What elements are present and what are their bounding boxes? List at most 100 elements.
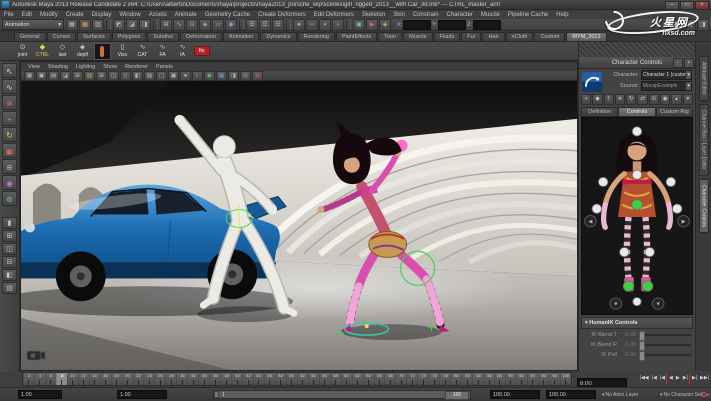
show-manipulator-tool[interactable]: ⊚	[2, 191, 17, 206]
picker-dot-right-shoulder[interactable]	[666, 177, 676, 186]
snap-to-grid-icon[interactable]: ⊞	[160, 19, 172, 31]
viewport-menu-shading[interactable]: Shading	[44, 64, 72, 70]
time-slider-frame-32[interactable]: 32	[187, 373, 198, 385]
snap-to-projected-center-icon[interactable]: ◈	[199, 19, 211, 31]
body-part-key-icon[interactable]: ↻	[626, 94, 636, 105]
time-slider-frame-26[interactable]: 26	[154, 373, 165, 385]
time-slider-frame-86[interactable]: 86	[483, 373, 494, 385]
time-slider-frame-46[interactable]: 46	[264, 373, 275, 385]
shelf-tab-hair[interactable]: Hair	[482, 32, 504, 41]
auto-keyframe-lock-icon[interactable]: ●	[293, 19, 305, 31]
play-backwards-button[interactable]: ◀	[668, 373, 674, 384]
menu-window[interactable]: Window	[115, 12, 144, 18]
time-slider-frame-78[interactable]: 78	[439, 373, 450, 385]
construction-history-icon[interactable]: ☲	[259, 19, 271, 31]
shelf-tab-fluids[interactable]: Fluids	[434, 32, 461, 41]
time-slider-frame-80[interactable]: 80	[450, 373, 461, 385]
camera-attributes-icon[interactable]: ▣	[36, 71, 47, 81]
time-slider-frame-6[interactable]: 6	[45, 373, 56, 385]
shelf-tab-mym-2013[interactable]: MYM_2013	[566, 32, 606, 41]
time-slider-frame-50[interactable]: 50	[286, 373, 297, 385]
tab-definition[interactable]: Definition	[581, 107, 618, 117]
shelf-tab-deformation[interactable]: Deformation	[180, 32, 222, 41]
time-slider-frame-60[interactable]: 60	[341, 373, 352, 385]
time-slider-frame-98[interactable]: 98	[549, 373, 560, 385]
persp-outliner-layout[interactable]: ◫	[2, 243, 17, 255]
step-forward-frame-button[interactable]: ▶|	[691, 373, 698, 384]
time-slider-frame-54[interactable]: 54	[308, 373, 319, 385]
time-slider-frame-20[interactable]: 20	[122, 373, 133, 385]
step-back-frame-button[interactable]: |◀	[651, 373, 658, 384]
open-scene-icon[interactable]: ▦	[79, 19, 91, 31]
sidebar-tab-channel-box-layer-editor[interactable]: Channel Box / Layer Editor	[699, 104, 709, 176]
time-slider-frame-88[interactable]: 88	[494, 373, 505, 385]
picker-dot-left-foot[interactable]	[623, 281, 634, 291]
range-start-handle[interactable]	[214, 391, 219, 398]
input-connections-icon[interactable]: ☰	[246, 19, 258, 31]
time-slider-frame-92[interactable]: 92	[516, 373, 527, 385]
time-slider-frame-22[interactable]: 22	[133, 373, 144, 385]
time-slider-frame-90[interactable]: 90	[505, 373, 516, 385]
shelf-tab-rendering[interactable]: Rendering	[298, 32, 335, 41]
keying-red-icon[interactable]: ●	[306, 19, 318, 31]
shelf-tab-general[interactable]: General	[14, 32, 46, 41]
character-select[interactable]: Character 1 (custom rig) ▾	[641, 70, 692, 80]
time-slider-frame-42[interactable]: 42	[242, 373, 253, 385]
menu-assets[interactable]: Assets	[145, 12, 171, 18]
picker-dot-right-hand[interactable]	[672, 204, 682, 213]
field-chart-icon[interactable]: ▨	[144, 71, 155, 81]
time-slider-frame-48[interactable]: 48	[275, 373, 286, 385]
time-slider-frame-36[interactable]: 36	[209, 373, 220, 385]
shelf-tab-animation[interactable]: Animation	[223, 32, 259, 41]
show-channel-box-icon[interactable]: ◨	[697, 19, 709, 31]
time-slider-frame-12[interactable]: 12	[78, 373, 89, 385]
scale-tool[interactable]: ▣	[2, 143, 17, 158]
universal-manipulator-tool[interactable]: ⊕	[2, 159, 17, 174]
panel-restore-button[interactable]: ▫	[673, 58, 683, 68]
make-live-icon[interactable]: ◉	[225, 19, 237, 31]
time-slider-frame-28[interactable]: 28	[165, 373, 176, 385]
time-slider-frame-8[interactable]: 8	[56, 373, 67, 385]
image-plane-icon[interactable]: ◪	[60, 71, 71, 81]
animation-end-field[interactable]	[490, 390, 540, 399]
time-slider-frame-94[interactable]: 94	[527, 373, 538, 385]
safe-title-icon[interactable]: ▣	[168, 71, 179, 81]
menu-skin[interactable]: Skin	[389, 12, 409, 18]
viewport-menu-renderer[interactable]: Renderer	[121, 64, 152, 70]
time-slider-frame-82[interactable]: 82	[461, 373, 472, 385]
persp-graph-layout[interactable]: ⊟	[2, 256, 17, 268]
step-forward-key-button[interactable]: ▶|	[682, 373, 690, 384]
time-slider-frame-62[interactable]: 62	[352, 373, 363, 385]
shelf-ia[interactable]: ∿IA	[174, 44, 191, 58]
time-slider-frame-14[interactable]: 14	[89, 373, 100, 385]
time-slider-frame-84[interactable]: 84	[472, 373, 483, 385]
menu-edit[interactable]: Edit	[18, 12, 36, 18]
show-tool-settings-icon[interactable]: ▥	[684, 19, 696, 31]
menu-create[interactable]: Create	[62, 12, 88, 18]
tab-controls[interactable]: Controls	[618, 107, 655, 117]
shelf-cat[interactable]: ∿CAT	[134, 44, 151, 58]
time-slider-frame-96[interactable]: 96	[538, 373, 549, 385]
2d-pan-zoom-icon[interactable]: ⊞	[72, 71, 83, 81]
hik-slider-handle[interactable]	[639, 331, 645, 341]
hik-slider-track[interactable]	[639, 344, 691, 346]
select-by-component-icon[interactable]: ◨	[139, 19, 151, 31]
shelf-joint[interactable]: ⊙joint	[14, 44, 31, 58]
four-pane-layout[interactable]: ⊞	[2, 230, 17, 242]
picker-dot-left-hand[interactable]	[592, 204, 602, 213]
control-rig-mode-icon[interactable]: ◆	[592, 94, 602, 105]
pin-translate-icon[interactable]: ⊙	[649, 94, 659, 105]
shelf-last[interactable]: ◇last	[54, 44, 71, 58]
y-input[interactable]	[438, 20, 466, 30]
resolution-gate-icon[interactable]: ▯	[120, 71, 131, 81]
time-slider-frame-24[interactable]: 24	[143, 373, 154, 385]
time-slider-frame-100[interactable]: 100	[560, 373, 571, 385]
keying-rose-icon[interactable]: ●	[332, 19, 344, 31]
grease-pencil-icon[interactable]: ▧	[84, 71, 95, 81]
isolate-select-icon[interactable]: ◎	[240, 71, 251, 81]
viewport-menu-panels[interactable]: Panels	[152, 64, 177, 70]
shelf-character-thumbnail[interactable]	[94, 43, 111, 60]
new-scene-icon[interactable]: ▤	[66, 19, 78, 31]
menu-help[interactable]: Help	[552, 12, 572, 18]
keying-pink-icon[interactable]: ●	[319, 19, 331, 31]
